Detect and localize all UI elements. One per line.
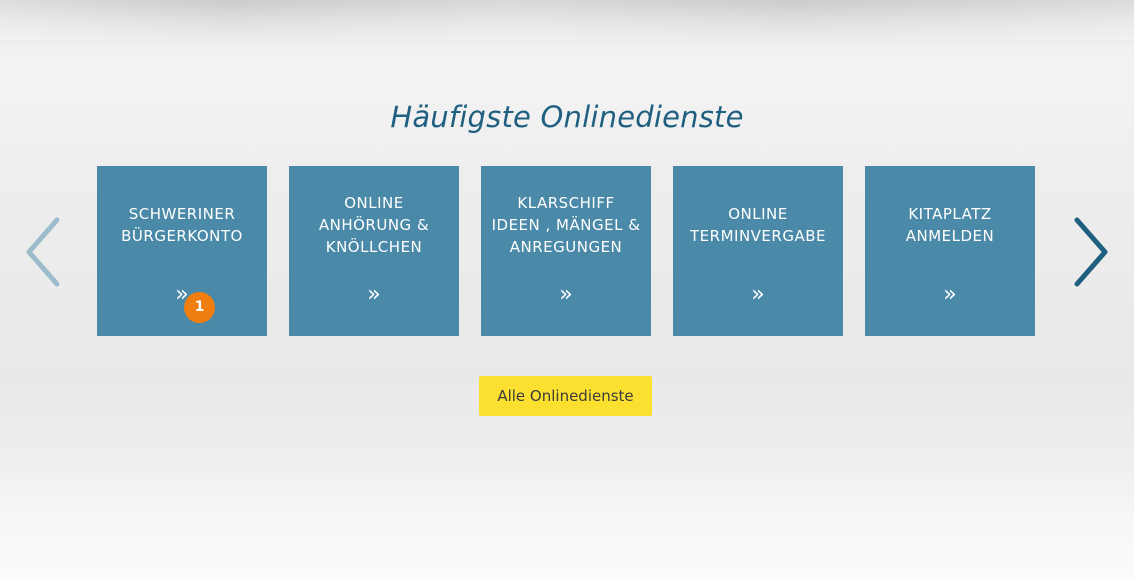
double-chevron-right-icon: » xyxy=(751,282,765,307)
tile-kitaplatz-anmelden[interactable]: KITAPLATZ ANMELDEN » xyxy=(865,166,1035,336)
tile-title-line: SCHWERINER xyxy=(128,205,236,223)
tile-klarschiff[interactable]: KLARSCHIFF IDEEN , MÄNGEL & ANREGUNGEN » xyxy=(481,166,651,336)
tile-title: ONLINE TERMINVERGABE xyxy=(673,203,843,247)
tile-title-line: KLARSCHIFF xyxy=(517,194,615,212)
carousel-prev-button[interactable] xyxy=(20,212,66,292)
tile-online-terminvergabe[interactable]: ONLINE TERMINVERGABE » xyxy=(673,166,843,336)
tile-title-line: ANREGUNGEN xyxy=(509,238,623,256)
service-tiles: SCHWERINER BÜRGERKONTO » 1 ONLINE ANHÖRU… xyxy=(97,166,1035,336)
top-banner-strip xyxy=(0,0,1134,40)
tile-online-anhoerung-knoellchen[interactable]: ONLINE ANHÖRUNG & KNÖLLCHEN » xyxy=(289,166,459,336)
tile-title-line: KITAPLATZ xyxy=(908,205,992,223)
tile-title-line: ANMELDEN xyxy=(905,227,995,245)
section-heading: Häufigste Onlinedienste xyxy=(390,100,744,134)
chevron-right-icon xyxy=(1074,217,1108,287)
tile-title-line: ONLINE xyxy=(344,194,404,212)
double-chevron-right-icon: » xyxy=(943,282,957,307)
tile-title: KLARSCHIFF IDEEN , MÄNGEL & ANREGUNGEN xyxy=(481,192,651,258)
tile-title-line: ONLINE xyxy=(728,205,788,223)
tile-title-line: KNÖLLCHEN xyxy=(325,238,423,256)
double-chevron-right-icon: » xyxy=(559,282,573,307)
tile-title: KITAPLATZ ANMELDEN xyxy=(865,203,1035,247)
tile-title-line: TERMINVERGABE xyxy=(690,227,826,245)
tile-title: ONLINE ANHÖRUNG & KNÖLLCHEN xyxy=(289,192,459,258)
chevron-left-icon xyxy=(26,217,60,287)
double-chevron-right-icon: » xyxy=(175,282,189,307)
carousel-next-button[interactable] xyxy=(1068,212,1114,292)
tile-title-line: ANHÖRUNG & xyxy=(318,216,430,234)
tile-title: SCHWERINER BÜRGERKONTO xyxy=(97,203,267,247)
tile-schweriner-buergerkonto[interactable]: SCHWERINER BÜRGERKONTO » 1 xyxy=(97,166,267,336)
all-services-button[interactable]: Alle Onlinedienste xyxy=(479,376,652,416)
tile-title-line: IDEEN , MÄNGEL & xyxy=(491,216,641,234)
notification-badge: 1 xyxy=(184,292,215,323)
tile-title-line: BÜRGERKONTO xyxy=(121,227,243,245)
double-chevron-right-icon: » xyxy=(367,282,381,307)
